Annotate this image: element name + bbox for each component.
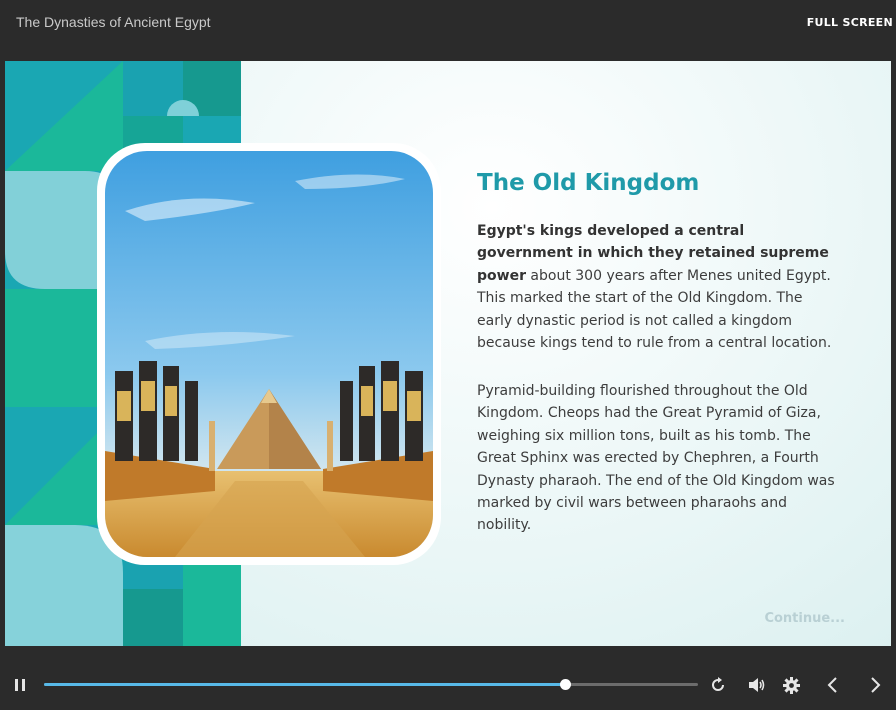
seek-bar-progress — [44, 683, 565, 686]
paragraph-2: Pyramid-building flourished throughout t… — [477, 383, 835, 534]
next-icon[interactable] — [870, 677, 882, 693]
replay-icon[interactable] — [710, 677, 726, 693]
settings-icon[interactable] — [783, 677, 800, 694]
fullscreen-button[interactable]: FULL SCREEN — [807, 16, 893, 29]
photo-frame — [97, 143, 441, 565]
paragraph-1-text: about 300 years after Menes united Egypt… — [477, 267, 832, 352]
egypt-illustration — [105, 151, 433, 557]
continue-button[interactable]: Continue... — [764, 611, 845, 626]
paragraph-1: Egypt's kings developed a central govern… — [477, 220, 839, 354]
pause-icon[interactable] — [14, 678, 26, 692]
seek-handle[interactable] — [559, 679, 571, 690]
top-bar: The Dynasties of Ancient Egypt FULL SCRE… — [0, 0, 896, 60]
slide-canvas: The Old Kingdom Egypt's kings developed … — [5, 61, 891, 646]
volume-icon[interactable] — [748, 677, 766, 693]
seek-bar[interactable] — [44, 679, 698, 690]
player-controls — [0, 660, 896, 710]
course-title: The Dynasties of Ancient Egypt — [16, 14, 211, 30]
previous-icon[interactable] — [826, 677, 838, 693]
slide-heading: The Old Kingdom — [477, 170, 700, 196]
